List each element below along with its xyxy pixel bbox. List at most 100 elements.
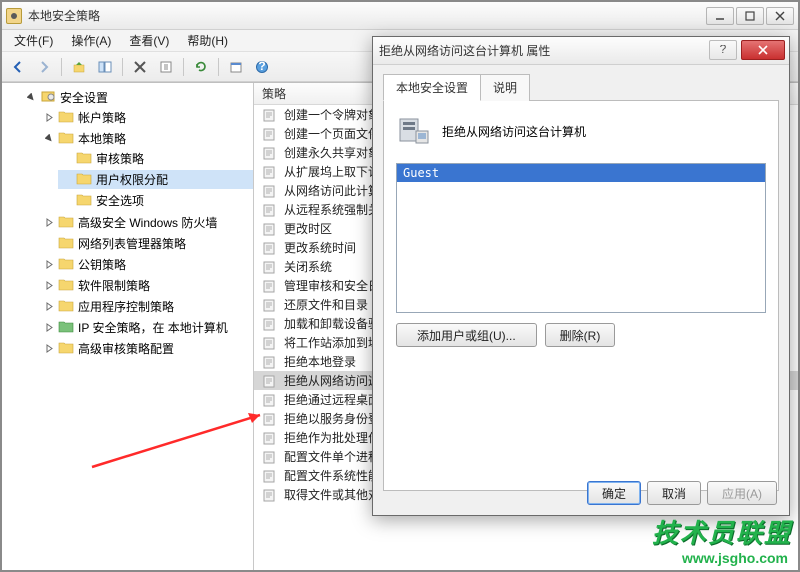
menu-file[interactable]: 文件(F) (6, 30, 61, 51)
tree-label: 网络列表管理器策略 (78, 235, 186, 252)
tree-item[interactable]: 公钥策略 (40, 255, 253, 274)
tree-label: 软件限制策略 (78, 277, 150, 294)
tree-item[interactable]: 高级审核策略配置 (40, 339, 253, 358)
apply-button[interactable]: 应用(A) (707, 481, 777, 505)
policy-icon (262, 108, 278, 122)
list-item-label: 创建一个页面文件 (284, 125, 380, 142)
listbox-item[interactable]: Guest (397, 164, 765, 182)
policy-icon (262, 412, 278, 426)
nav-forward-button[interactable] (32, 56, 56, 78)
dialog-tabs: 本地安全设置 说明 拒绝从网络访问这台计算机 Guest 添加用户或组(U)..… (373, 65, 789, 491)
policy-icon (262, 146, 278, 160)
delete-button[interactable] (128, 56, 152, 78)
folder-icon (76, 150, 92, 167)
nav-back-button[interactable] (6, 56, 30, 78)
menu-view[interactable]: 查看(V) (121, 30, 177, 51)
tree-item[interactable]: 网络列表管理器策略 (40, 234, 253, 253)
titlebar: 本地安全策略 (2, 2, 798, 30)
policy-icon (262, 184, 278, 198)
tab-panel: 拒绝从网络访问这台计算机 Guest 添加用户或组(U)... 删除(R) (383, 101, 779, 491)
window-buttons (706, 7, 794, 25)
tree-label: 安全选项 (96, 192, 144, 209)
policy-icon (262, 393, 278, 407)
tree-item[interactable]: 安全选项 (58, 191, 253, 210)
tab-explain[interactable]: 说明 (480, 74, 530, 101)
folder-icon (58, 298, 74, 315)
up-button[interactable] (67, 56, 91, 78)
remove-button[interactable]: 删除(R) (545, 323, 616, 347)
dialog-close-button[interactable] (741, 40, 785, 60)
list-item-label: 创建一个令牌对象 (284, 106, 380, 123)
users-listbox[interactable]: Guest (396, 163, 766, 313)
policy-icon (262, 450, 278, 464)
list-item-label: 配置文件单个进程 (284, 448, 380, 465)
list-item-label: 拒绝本地登录 (284, 353, 356, 370)
policy-icon (262, 488, 278, 502)
dialog-help-button[interactable]: ? (709, 40, 737, 60)
tree-root[interactable]: 安全设置 (22, 88, 253, 107)
svg-text:?: ? (720, 45, 727, 55)
tree-item[interactable]: 帐户策略 (40, 108, 253, 127)
tree-label: 帐户策略 (78, 109, 126, 126)
tree-item[interactable]: 用户权限分配 (58, 170, 253, 189)
tree-label: IP 安全策略，在 本地计算机 (78, 319, 228, 336)
toolbar-separator (61, 58, 62, 76)
menu-help[interactable]: 帮助(H) (179, 30, 236, 51)
policy-icon (262, 203, 278, 217)
tree-label: 高级审核策略配置 (78, 340, 174, 357)
tree-item[interactable]: 软件限制策略 (40, 276, 253, 295)
tree-pane[interactable]: 安全设置帐户策略本地策略审核策略用户权限分配安全选项高级安全 Windows 防… (2, 83, 254, 570)
close-button[interactable] (766, 7, 794, 25)
toolbar-separator (183, 58, 184, 76)
server-icon (396, 113, 432, 149)
policy-icon (262, 431, 278, 445)
folder-icon (58, 277, 74, 294)
cancel-button[interactable]: 取消 (647, 481, 701, 505)
folder-icon (58, 319, 74, 336)
tree-label: 审核策略 (96, 150, 144, 167)
maximize-button[interactable] (736, 7, 764, 25)
tree-label: 公钥策略 (78, 256, 126, 273)
list-item-label: 配置文件系统性能 (284, 467, 380, 484)
policy-icon (262, 317, 278, 331)
dialog-titlebar: 拒绝从网络访问这台计算机 属性 ? (373, 37, 789, 65)
toolbar-separator (218, 58, 219, 76)
policy-icon (262, 241, 278, 255)
list-item-label: 关闭系统 (284, 258, 332, 275)
folder-icon (58, 256, 74, 273)
tree-item[interactable]: 审核策略 (58, 149, 253, 168)
policy-icon (262, 279, 278, 293)
list-item-label: 还原文件和目录 (284, 296, 368, 313)
folder-icon (58, 235, 74, 252)
tree-label: 安全设置 (60, 89, 108, 106)
folder-icon (76, 171, 92, 188)
app-icon (6, 8, 22, 24)
properties-button[interactable] (224, 56, 248, 78)
tree-item[interactable]: 应用程序控制策略 (40, 297, 253, 316)
policy-icon (262, 374, 278, 388)
tree-label: 本地策略 (78, 130, 126, 147)
folder-icon (58, 214, 74, 231)
export-button[interactable] (154, 56, 178, 78)
ok-button[interactable]: 确定 (587, 481, 641, 505)
tab-local-security[interactable]: 本地安全设置 (383, 74, 481, 101)
folder-icon (76, 192, 92, 209)
menu-action[interactable]: 操作(A) (63, 30, 119, 51)
tree-item[interactable]: IP 安全策略，在 本地计算机 (40, 318, 253, 337)
list-item-label: 创建永久共享对象 (284, 144, 380, 161)
add-user-button[interactable]: 添加用户或组(U)... (396, 323, 537, 347)
tree-label: 应用程序控制策略 (78, 298, 174, 315)
policy-icon (262, 260, 278, 274)
window-title: 本地安全策略 (28, 7, 706, 24)
policy-name-label: 拒绝从网络访问这台计算机 (442, 123, 586, 140)
tree-item[interactable]: 本地策略 (40, 129, 253, 148)
show-hide-tree-button[interactable] (93, 56, 117, 78)
refresh-button[interactable] (189, 56, 213, 78)
tree-item[interactable]: 高级安全 Windows 防火墙 (40, 213, 253, 232)
help-button[interactable]: ? (250, 56, 274, 78)
list-item-label: 更改时区 (284, 220, 332, 237)
minimize-button[interactable] (706, 7, 734, 25)
properties-dialog: 拒绝从网络访问这台计算机 属性 ? 本地安全设置 说明 拒绝从网络访问这台计算机… (372, 36, 790, 516)
security-root-icon (40, 89, 56, 106)
svg-text:?: ? (258, 60, 265, 73)
